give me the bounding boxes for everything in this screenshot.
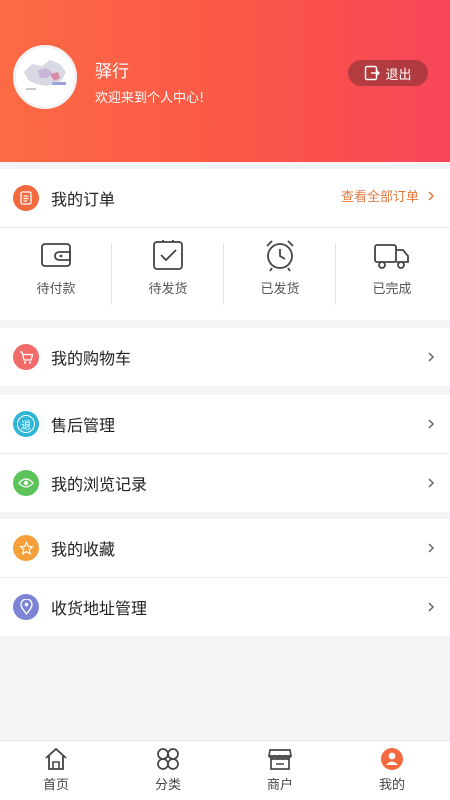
my-orders-label: 我的订单 xyxy=(51,190,116,209)
location-pin-icon xyxy=(13,594,39,620)
view-all-orders-link[interactable]: 查看全部订单 xyxy=(341,186,435,205)
order-list-icon xyxy=(13,185,39,211)
store-icon xyxy=(267,749,293,770)
status-pending-shipment[interactable]: 待发货 xyxy=(112,238,224,308)
aftersale-row[interactable]: 退 售后管理 xyxy=(0,395,450,453)
alarm-clock-icon xyxy=(266,240,294,272)
category-icon xyxy=(157,748,179,770)
truck-icon xyxy=(374,244,409,269)
favorites-label: 我的收藏 xyxy=(51,540,116,559)
chevron-right-icon xyxy=(428,543,435,553)
cart-icon xyxy=(13,344,39,370)
chevron-right-icon xyxy=(428,190,435,201)
tab-category[interactable]: 分类 xyxy=(112,741,224,800)
tab-mine[interactable]: 我的 xyxy=(336,741,448,800)
refund-icon-char: 退 xyxy=(17,415,35,433)
aftersale-label: 售后管理 xyxy=(51,416,116,435)
home-icon xyxy=(45,747,67,770)
address-management-row[interactable]: 收货地址管理 xyxy=(0,578,450,636)
wallet-icon xyxy=(41,243,71,267)
status-label: 已发货 xyxy=(260,282,300,297)
status-completed[interactable]: 已完成 xyxy=(336,238,448,308)
username: 驿行 xyxy=(95,62,129,82)
status-pending-payment[interactable]: 待付款 xyxy=(0,238,112,308)
user-icon xyxy=(381,748,403,770)
logout-icon xyxy=(365,65,381,81)
eye-icon xyxy=(13,470,39,496)
divider xyxy=(0,227,450,228)
tab-label: 分类 xyxy=(154,778,181,793)
avatar[interactable] xyxy=(13,45,77,109)
bottom-tab-bar: 首页 分类 商户 我的 xyxy=(0,740,450,800)
my-cart-label: 我的购物车 xyxy=(51,349,132,368)
checkbox-icon xyxy=(153,240,183,270)
refund-icon: 退 xyxy=(13,411,39,437)
browsing-history-label: 我的浏览记录 xyxy=(51,475,148,494)
chevron-right-icon xyxy=(428,352,435,362)
tab-merchant[interactable]: 商户 xyxy=(224,741,336,800)
star-icon xyxy=(13,535,39,561)
my-cart-row[interactable]: 我的购物车 xyxy=(0,328,450,386)
welcome-text: 欢迎来到个人中心! xyxy=(95,91,205,106)
status-label: 待付款 xyxy=(36,282,76,297)
browsing-history-row[interactable]: 我的浏览记录 xyxy=(0,454,450,512)
chevron-right-icon xyxy=(428,478,435,488)
logout-label: 退出 xyxy=(385,67,412,83)
address-management-label: 收货地址管理 xyxy=(51,599,148,618)
view-all-orders-label: 查看全部订单 xyxy=(340,190,419,205)
tab-label: 商户 xyxy=(266,778,293,793)
logout-button[interactable]: 退出 xyxy=(348,60,428,86)
tab-label: 首页 xyxy=(42,778,69,793)
chevron-right-icon xyxy=(428,602,435,612)
tab-home[interactable]: 首页 xyxy=(0,741,112,800)
status-shipped[interactable]: 已发货 xyxy=(224,238,336,308)
status-label: 待发货 xyxy=(148,282,188,297)
favorites-row[interactable]: 我的收藏 xyxy=(0,519,450,577)
chevron-right-icon xyxy=(428,419,435,429)
tab-label: 我的 xyxy=(378,778,405,793)
profile-header: 驿行 欢迎来到个人中心! 退出 xyxy=(0,0,450,162)
status-label: 已完成 xyxy=(372,282,412,297)
